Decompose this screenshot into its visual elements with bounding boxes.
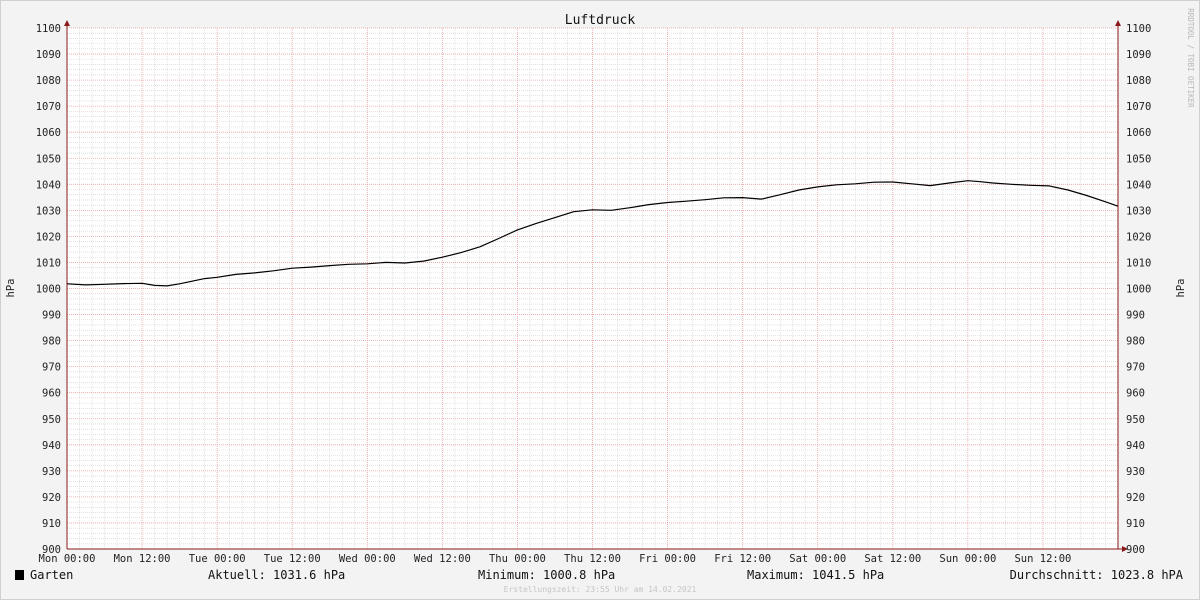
y-tick-label-right: 1030: [1126, 205, 1151, 217]
y-tick-label-right: 970: [1126, 362, 1145, 374]
x-tick-label: Fri 00:00: [639, 553, 696, 565]
x-tick-label: Sun 12:00: [1014, 553, 1071, 565]
y-tick-label-right: 1040: [1126, 179, 1151, 191]
x-tick-label: Fri 12:00: [714, 553, 771, 565]
chart-title: Luftdruck: [565, 13, 636, 28]
y-tick-label-left: 980: [42, 336, 61, 348]
x-tick-label: Mon 12:00: [114, 553, 171, 565]
x-tick-label: Tue 12:00: [264, 553, 321, 565]
y-tick-label-left: 1070: [36, 101, 61, 113]
y-tick-label-left: 1040: [36, 179, 61, 191]
y-tick-label-left: 1080: [36, 75, 61, 87]
creation-time: Erstellungszeit: 23:55 Uhr am 14.02.2021: [504, 585, 697, 594]
x-tick-label: Sun 00:00: [939, 553, 996, 565]
y-tick-label-right: 1090: [1126, 49, 1151, 61]
legend-maximum: Maximum: 1041.5 hPa: [747, 568, 884, 582]
y-tick-label-left: 910: [42, 518, 61, 530]
legend-current: Aktuell: 1031.6 hPa: [208, 568, 345, 582]
y-tick-label-left: 1100: [36, 23, 61, 35]
x-tick-label: Mon 00:00: [39, 553, 96, 565]
legend-average: Durchschnitt: 1023.8 hPA: [1010, 568, 1184, 582]
y-tick-label-left: 1020: [36, 231, 61, 243]
y-tick-label-right: 1060: [1126, 127, 1151, 139]
y-tick-label-right: 900: [1126, 544, 1145, 556]
pressure-chart: 900 910 920 930 940 950 960 970 980 990 1000 1010 10…: [0, 0, 1200, 600]
y-tick-label-left: 950: [42, 414, 61, 426]
legend-series-label: Garten: [30, 568, 73, 582]
y-axis-label-right: hPa: [1175, 279, 1187, 298]
y-tick-label-right: 910: [1126, 518, 1145, 530]
y-tick-label-right: 1100: [1126, 23, 1151, 35]
y-tick-label-right: 1000: [1126, 284, 1151, 296]
y-tick-label-right: 1080: [1126, 75, 1151, 87]
x-tick-label: Thu 00:00: [489, 553, 546, 565]
y-tick-label-right: 990: [1126, 310, 1145, 322]
y-tick-label-left: 920: [42, 492, 61, 504]
y-tick-label-right: 1020: [1126, 231, 1151, 243]
y-tick-label-left: 1010: [36, 257, 61, 269]
y-tick-label-left: 1060: [36, 127, 61, 139]
y-tick-label-right: 950: [1126, 414, 1145, 426]
watermark: RRDTOOL / TOBI OETIKER: [1186, 8, 1195, 108]
y-tick-label-left: 940: [42, 440, 61, 452]
y-tick-label-right: 980: [1126, 336, 1145, 348]
y-tick-label-left: 960: [42, 388, 61, 400]
x-tick-label: Thu 12:00: [564, 553, 621, 565]
y-tick-label-left: 990: [42, 310, 61, 322]
y-tick-label-right: 920: [1126, 492, 1145, 504]
y-axis-label-left: hPa: [5, 279, 17, 298]
y-tick-label-left: 1000: [36, 284, 61, 296]
x-tick-label: Wed 00:00: [339, 553, 396, 565]
y-tick-label-left: 1050: [36, 153, 61, 165]
x-tick-label: Sat 12:00: [864, 553, 921, 565]
legend-minimum: Minimum: 1000.8 hPa: [478, 568, 615, 582]
y-tick-label-left: 930: [42, 466, 61, 478]
y-tick-label-left: 970: [42, 362, 61, 374]
y-tick-label-right: 960: [1126, 388, 1145, 400]
y-tick-label-right: 1070: [1126, 101, 1151, 113]
x-tick-label: Sat 00:00: [789, 553, 846, 565]
y-tick-label-left: 1030: [36, 205, 61, 217]
y-tick-label-right: 940: [1126, 440, 1145, 452]
y-tick-label-right: 930: [1126, 466, 1145, 478]
y-tick-label-right: 1050: [1126, 153, 1151, 165]
y-tick-label-right: 1010: [1126, 257, 1151, 269]
x-tick-label: Wed 12:00: [414, 553, 471, 565]
x-tick-label: Tue 00:00: [189, 553, 246, 565]
y-tick-label-left: 1090: [36, 49, 61, 61]
legend-swatch: [15, 570, 24, 580]
